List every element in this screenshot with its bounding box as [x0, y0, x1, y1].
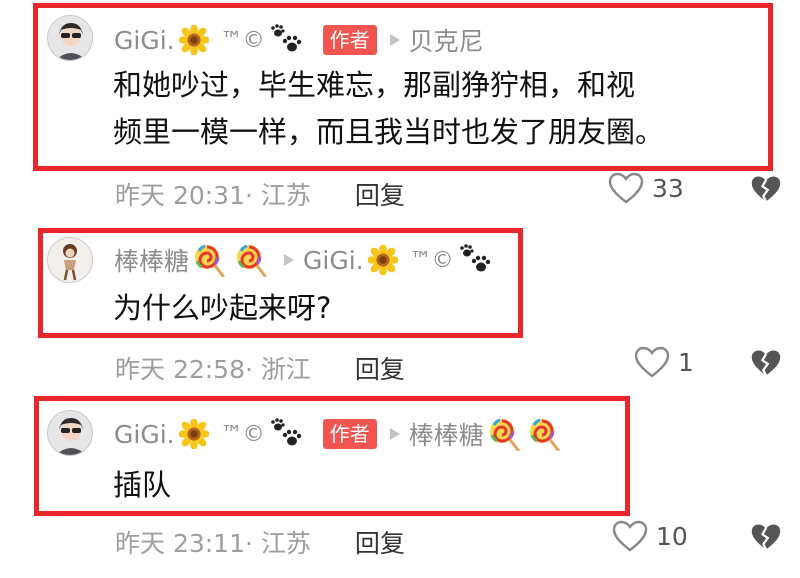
sunflower-icon [179, 25, 209, 55]
reply-button[interactable]: 回复 [355, 524, 405, 560]
lollipop-icon [488, 417, 520, 451]
comment-text-line: 为什么吵起来呀? [113, 291, 332, 325]
comment-body: 为什么吵起来呀? [113, 285, 331, 332]
broken-heart-icon[interactable] [750, 348, 782, 378]
reply-to-suffix: ™© [409, 247, 454, 273]
comment-meta: 昨天 22:58· 浙江 回复 [115, 350, 405, 386]
author-name[interactable]: 棒棒糖 [114, 242, 189, 278]
comment-body: 插队 [113, 462, 171, 509]
like-count: 33 [652, 173, 684, 203]
comment-meta: 昨天 23:11· 江苏 回复 [115, 524, 405, 560]
comment-text-line: 和她吵过，毕生难忘，那副狰狞相，和视 [113, 68, 636, 102]
paw-prints-icon [458, 244, 494, 276]
play-triangle-icon [389, 427, 401, 441]
paw-prints-icon [269, 418, 305, 450]
broken-heart-icon[interactable] [750, 522, 782, 552]
lollipop-icon [193, 243, 225, 277]
reply-to-name[interactable]: GiGi. [303, 246, 364, 275]
reply-to-name[interactable]: 贝克尼 [409, 22, 484, 58]
comment-1: GiGi. ™© 作者 贝克尼 和她吵过，毕生难忘，那副狰狞相，和视 频里一模一… [0, 0, 800, 210]
comment-text-line: 插队 [113, 468, 172, 502]
like-count: 1 [678, 347, 694, 377]
reply-button[interactable]: 回复 [355, 176, 405, 212]
author-suffix: ™© [220, 27, 265, 53]
reply-to-name[interactable]: 棒棒糖 [409, 416, 484, 452]
timestamp-location: 昨天 23:11· 江苏 [115, 529, 311, 558]
play-triangle-icon [283, 253, 295, 267]
avatar[interactable] [47, 410, 93, 456]
author-badge: 作者 [322, 419, 377, 449]
timestamp-location: 昨天 20:31· 江苏 [115, 181, 311, 210]
comment-text-line: 频里一模一样，而且我当时也发了朋友圈。 [113, 115, 665, 149]
sunflower-icon [368, 245, 398, 275]
reply-button[interactable]: 回复 [355, 350, 405, 386]
like-button[interactable]: 33 [608, 172, 684, 204]
avatar[interactable] [47, 237, 93, 283]
sunflower-icon [179, 419, 209, 449]
comment-meta: 昨天 20:31· 江苏 回复 [115, 176, 405, 212]
play-triangle-icon [389, 33, 401, 47]
comment-header: GiGi. ™© 作者 贝克尼 [114, 22, 484, 58]
avatar[interactable] [47, 15, 93, 61]
heart-outline-icon [634, 346, 670, 378]
lollipop-icon [235, 243, 267, 277]
comment-header: GiGi. ™© 作者 棒棒糖 [114, 416, 560, 452]
broken-heart-icon[interactable] [750, 174, 782, 204]
author-name[interactable]: GiGi. [114, 26, 175, 55]
lollipop-icon [528, 417, 560, 451]
comment-header: 棒棒糖 GiGi. ™© [114, 242, 494, 278]
comment-body: 和她吵过，毕生难忘，那副狰狞相，和视 频里一模一样，而且我当时也发了朋友圈。 [113, 62, 664, 156]
author-suffix: ™© [220, 421, 265, 447]
timestamp-location: 昨天 22:58· 浙江 [115, 355, 311, 384]
author-name[interactable]: GiGi. [114, 420, 175, 449]
heart-outline-icon [612, 520, 648, 552]
paw-prints-icon [269, 24, 305, 56]
like-button[interactable]: 10 [612, 520, 688, 552]
author-badge: 作者 [322, 25, 377, 55]
like-button[interactable]: 1 [634, 346, 694, 378]
heart-outline-icon [608, 172, 644, 204]
like-count: 10 [656, 521, 688, 551]
